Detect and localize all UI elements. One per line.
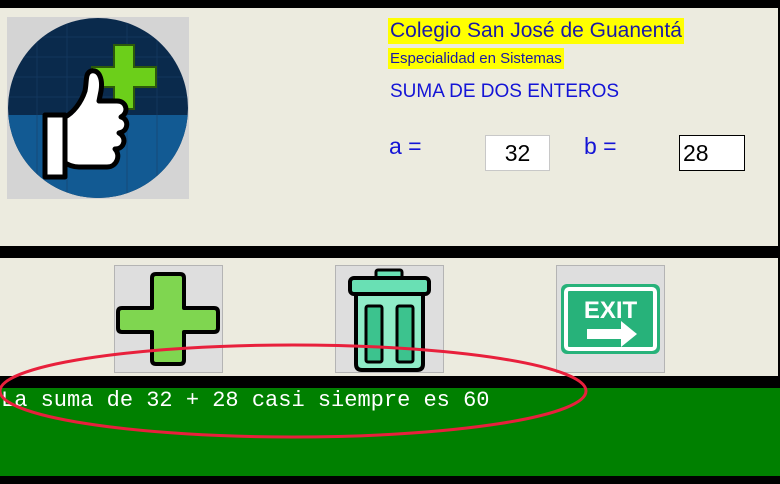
- exit-sign-icon: EXIT: [561, 284, 660, 354]
- b-label: b =: [584, 133, 617, 159]
- b-input[interactable]: [679, 135, 745, 171]
- trash-icon: [348, 268, 431, 372]
- plus-icon: [116, 272, 220, 366]
- a-input[interactable]: [485, 135, 550, 171]
- a-label: a =: [389, 133, 422, 159]
- specialty-title: Especialidad en Sistemas: [388, 48, 564, 69]
- add-button[interactable]: [114, 265, 223, 373]
- result-output: La suma de 32 + 28 casi siempre es 60: [0, 388, 780, 476]
- program-title: SUMA DE DOS ENTEROS: [390, 81, 620, 102]
- school-title: Colegio San José de Guanentá: [388, 18, 684, 44]
- exit-sign-text: EXIT: [584, 297, 638, 324]
- exit-button[interactable]: EXIT: [556, 265, 665, 373]
- header-panel: Colegio San José de Guanentá Especialida…: [0, 8, 778, 246]
- clear-button[interactable]: [335, 265, 444, 373]
- thumbs-up-plus-icon: [7, 17, 189, 199]
- result-text: La suma de 32 + 28 casi siempre es 60: [1, 388, 490, 413]
- toolbar-panel: EXIT: [0, 258, 778, 376]
